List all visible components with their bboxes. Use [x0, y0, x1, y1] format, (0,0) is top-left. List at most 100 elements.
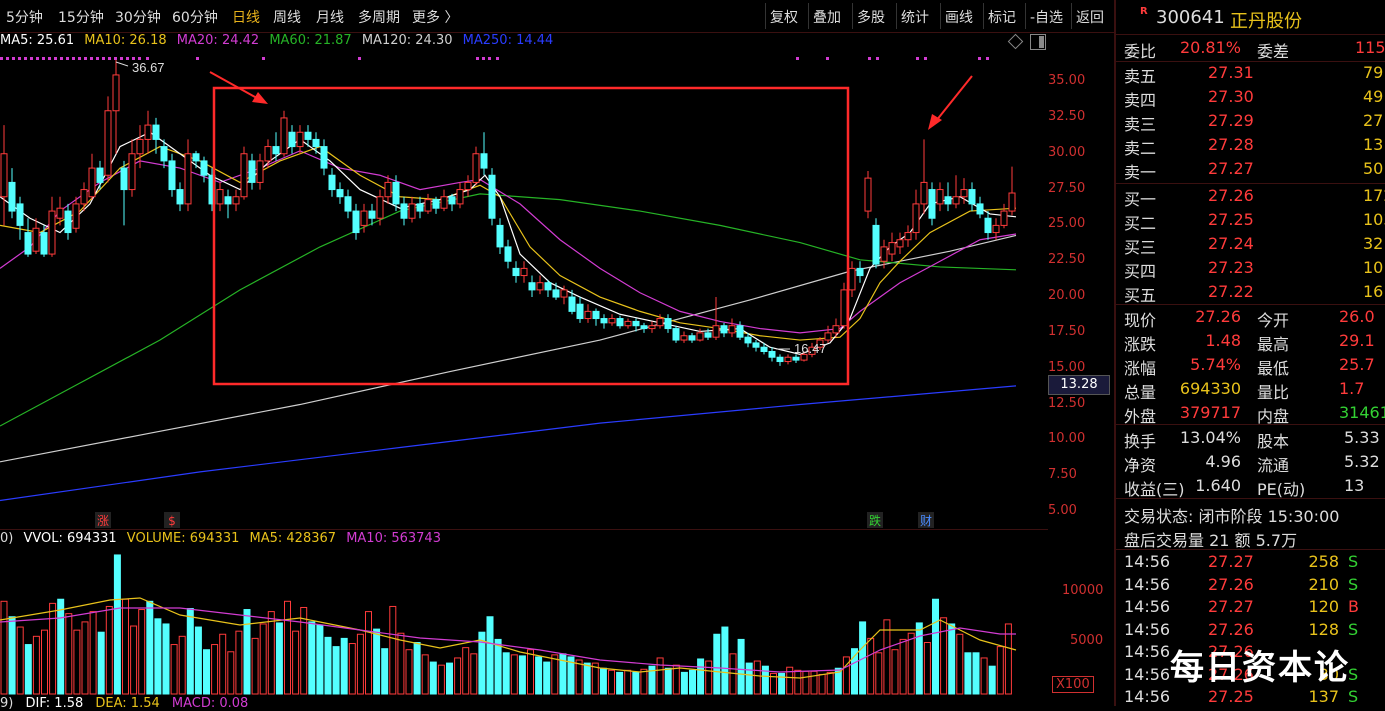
candle[interactable] — [192, 150, 200, 169]
candle[interactable] — [336, 182, 344, 204]
candle[interactable] — [616, 315, 624, 329]
candle[interactable] — [688, 332, 696, 343]
candle[interactable] — [1008, 166, 1016, 216]
candle[interactable] — [768, 347, 776, 362]
bid-row[interactable]: 买四 27.23 10 — [1124, 258, 1385, 281]
toolbar-button-0[interactable]: 复权 — [770, 7, 798, 27]
ask-row[interactable]: 卖三 27.29 27 — [1124, 111, 1385, 134]
candle[interactable] — [232, 189, 240, 212]
stock-name[interactable]: 正丹股份 — [1230, 7, 1302, 33]
candle[interactable] — [680, 331, 688, 343]
timeframe-8[interactable]: 更多 〉 — [412, 7, 458, 27]
candle[interactable] — [448, 193, 456, 212]
ask-row[interactable]: 卖一 27.27 50 — [1124, 159, 1385, 182]
candle[interactable] — [8, 168, 16, 219]
bid-row[interactable]: 买二 27.25 103 — [1124, 210, 1385, 233]
candle[interactable] — [712, 297, 720, 341]
event-marker[interactable]: 财 — [918, 512, 934, 528]
candle[interactable] — [976, 196, 984, 219]
candle[interactable] — [272, 132, 280, 161]
candle[interactable] — [512, 261, 520, 283]
candle[interactable] — [1000, 203, 1008, 229]
timeframe-0[interactable]: 5分钟 — [6, 7, 43, 27]
candle[interactable] — [464, 175, 472, 197]
candle[interactable] — [120, 160, 128, 226]
candle[interactable] — [280, 110, 288, 157]
ask-row[interactable]: 卖四 27.30 49 — [1124, 87, 1385, 110]
candle[interactable] — [944, 182, 952, 212]
candle[interactable] — [568, 289, 576, 315]
candle[interactable] — [80, 182, 88, 212]
ask-row[interactable]: 卖二 27.28 13 — [1124, 135, 1385, 158]
candle[interactable] — [112, 58, 120, 154]
candle[interactable] — [528, 275, 536, 298]
toolbar-button-1[interactable]: 叠加 — [813, 7, 841, 27]
candle[interactable] — [496, 218, 504, 255]
toolbar-button-6[interactable]: -自选 — [1030, 7, 1063, 27]
timeframe-2[interactable]: 30分钟 — [115, 7, 161, 27]
candle[interactable] — [480, 132, 488, 176]
candle[interactable] — [920, 139, 928, 214]
candle[interactable] — [896, 232, 904, 255]
candle[interactable] — [144, 110, 152, 154]
candle[interactable] — [176, 182, 184, 212]
bid-row[interactable]: 买三 27.24 32 — [1124, 234, 1385, 257]
candle[interactable] — [864, 170, 872, 219]
ask-row[interactable]: 卖五 27.31 79 — [1124, 63, 1385, 86]
candle[interactable] — [128, 139, 136, 197]
event-marker[interactable]: $ — [164, 512, 180, 528]
candlestick-chart[interactable]: 36.67 16.47 涨 $ 跌 财 — [0, 50, 1114, 530]
candle[interactable] — [216, 182, 224, 212]
settings-diamond-icon[interactable] — [1007, 33, 1024, 50]
candle[interactable] — [416, 196, 424, 219]
candle[interactable] — [40, 225, 48, 257]
candle[interactable] — [592, 308, 600, 326]
candle[interactable] — [440, 189, 448, 212]
candle[interactable] — [640, 322, 648, 333]
candle[interactable] — [840, 282, 848, 329]
candle[interactable] — [400, 196, 408, 226]
candle[interactable] — [784, 354, 792, 365]
candle[interactable] — [720, 322, 728, 338]
candle[interactable] — [24, 218, 32, 257]
candle[interactable] — [0, 125, 8, 226]
candle[interactable] — [408, 196, 416, 223]
candle[interactable] — [856, 261, 864, 283]
tick-row[interactable]: 14:56 27.27 120 B — [1124, 597, 1385, 620]
candle[interactable] — [472, 146, 480, 186]
toolbar-button-3[interactable]: 统计 — [901, 7, 929, 27]
candle[interactable] — [352, 203, 360, 240]
timeframe-6[interactable]: 月线 — [316, 7, 344, 27]
candle[interactable] — [624, 318, 632, 329]
tick-row[interactable]: 14:56 27.26 210 S — [1124, 575, 1385, 598]
candle[interactable] — [64, 203, 72, 240]
candle[interactable] — [544, 279, 552, 298]
candle[interactable] — [872, 218, 880, 269]
candle[interactable] — [48, 196, 56, 257]
candle[interactable] — [96, 160, 104, 190]
timeframe-1[interactable]: 15分钟 — [58, 7, 104, 27]
candle[interactable] — [320, 139, 328, 176]
candle[interactable] — [504, 239, 512, 269]
candle[interactable] — [32, 218, 40, 255]
timeframe-5[interactable]: 周线 — [273, 7, 301, 27]
event-marker[interactable]: 涨 — [95, 512, 111, 528]
candle[interactable] — [344, 189, 352, 219]
timeframe-4[interactable]: 日线 — [232, 7, 260, 27]
timeframe-3[interactable]: 60分钟 — [172, 7, 218, 27]
timeframe-7[interactable]: 多周期 — [358, 7, 400, 27]
candle[interactable] — [776, 354, 784, 366]
candle[interactable] — [536, 275, 544, 295]
candle[interactable] — [984, 211, 992, 240]
candle[interactable] — [952, 175, 960, 209]
candle[interactable] — [256, 153, 264, 190]
candle[interactable] — [312, 132, 320, 154]
candle[interactable] — [432, 196, 440, 214]
candle[interactable] — [488, 168, 496, 226]
toolbar-button-2[interactable]: 多股 — [857, 7, 885, 27]
volume-chart[interactable] — [0, 548, 1114, 696]
candle[interactable] — [912, 189, 920, 240]
candle[interactable] — [168, 153, 176, 197]
tick-row[interactable]: 14:56 27.25 137 S — [1124, 687, 1385, 710]
candle[interactable] — [296, 125, 304, 154]
